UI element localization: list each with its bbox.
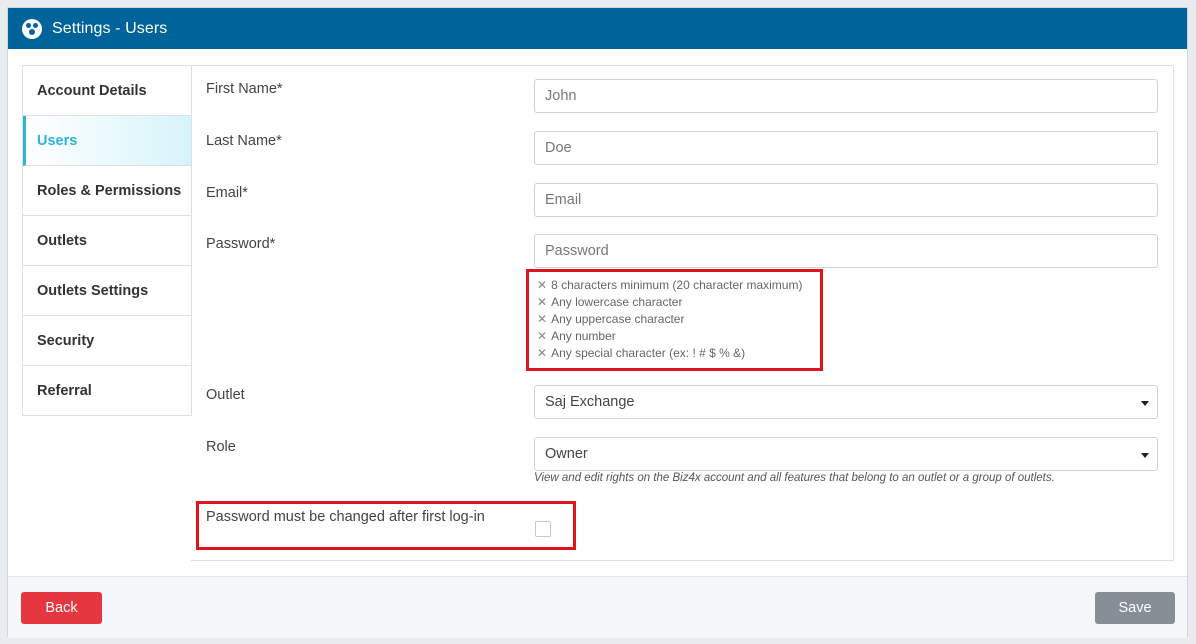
- sidebar-item-referral[interactable]: Referral: [23, 366, 191, 416]
- caret-down-icon: [1141, 453, 1149, 458]
- first-name-input[interactable]: John: [534, 79, 1158, 113]
- password-rule: ✕ 8 characters minimum (20 character maxi…: [537, 278, 803, 292]
- caret-down-icon: [1141, 401, 1149, 406]
- cross-icon: ✕: [537, 329, 548, 343]
- last-name-input[interactable]: Doe: [534, 131, 1158, 165]
- settings-window: Settings - Users Account Details Users R…: [7, 7, 1188, 638]
- first-name-label: First Name*: [206, 81, 283, 97]
- save-button[interactable]: Save: [1095, 592, 1175, 624]
- role-hint: View and edit rights on the Biz4x accoun…: [534, 472, 1055, 484]
- password-rule: ✕ Any number: [537, 329, 616, 343]
- sidebar-item-users[interactable]: Users: [23, 116, 191, 166]
- password-rule: ✕ Any uppercase character: [537, 312, 685, 326]
- outlet-select[interactable]: Saj Exchange: [534, 385, 1158, 419]
- password-change-label: Password must be changed after first log…: [206, 509, 485, 525]
- sidebar-item-security[interactable]: Security: [23, 316, 191, 366]
- password-rules-box: ✕ 8 characters minimum (20 character maxi…: [526, 269, 823, 371]
- password-change-checkbox[interactable]: [535, 521, 551, 537]
- role-label: Role: [206, 439, 236, 455]
- sidebar-item-outlets-settings[interactable]: Outlets Settings: [23, 266, 191, 316]
- password-input[interactable]: Password: [534, 234, 1158, 268]
- back-button[interactable]: Back: [21, 592, 102, 624]
- sidebar-item-roles-permissions[interactable]: Roles & Permissions: [23, 166, 191, 216]
- role-select-value: Owner: [545, 446, 588, 462]
- outlet-select-value: Saj Exchange: [545, 394, 635, 410]
- cross-icon: ✕: [537, 312, 548, 326]
- password-rule: ✕ Any special character (ex: ! # $ % &): [537, 346, 746, 360]
- sidebar-item-outlets[interactable]: Outlets: [23, 216, 191, 266]
- outlet-label: Outlet: [206, 387, 245, 403]
- email-label: Email*: [206, 185, 248, 201]
- email-input[interactable]: Email: [534, 183, 1158, 217]
- page-title: Settings - Users: [52, 19, 168, 37]
- users-circle-icon: [22, 18, 42, 39]
- password-label: Password*: [206, 236, 276, 252]
- sidebar-item-account-details[interactable]: Account Details: [23, 66, 191, 116]
- cross-icon: ✕: [537, 346, 548, 360]
- last-name-label: Last Name*: [206, 133, 282, 149]
- password-rule: ✕ Any lowercase character: [537, 295, 683, 309]
- settings-sidebar: Account Details Users Roles & Permission…: [22, 65, 192, 416]
- footer-bar: Back Save: [8, 576, 1187, 638]
- title-bar: Settings - Users: [8, 8, 1187, 49]
- password-change-box: Password must be changed after first log…: [196, 501, 576, 550]
- role-select[interactable]: Owner: [534, 437, 1158, 471]
- cross-icon: ✕: [537, 278, 548, 292]
- cross-icon: ✕: [537, 295, 548, 309]
